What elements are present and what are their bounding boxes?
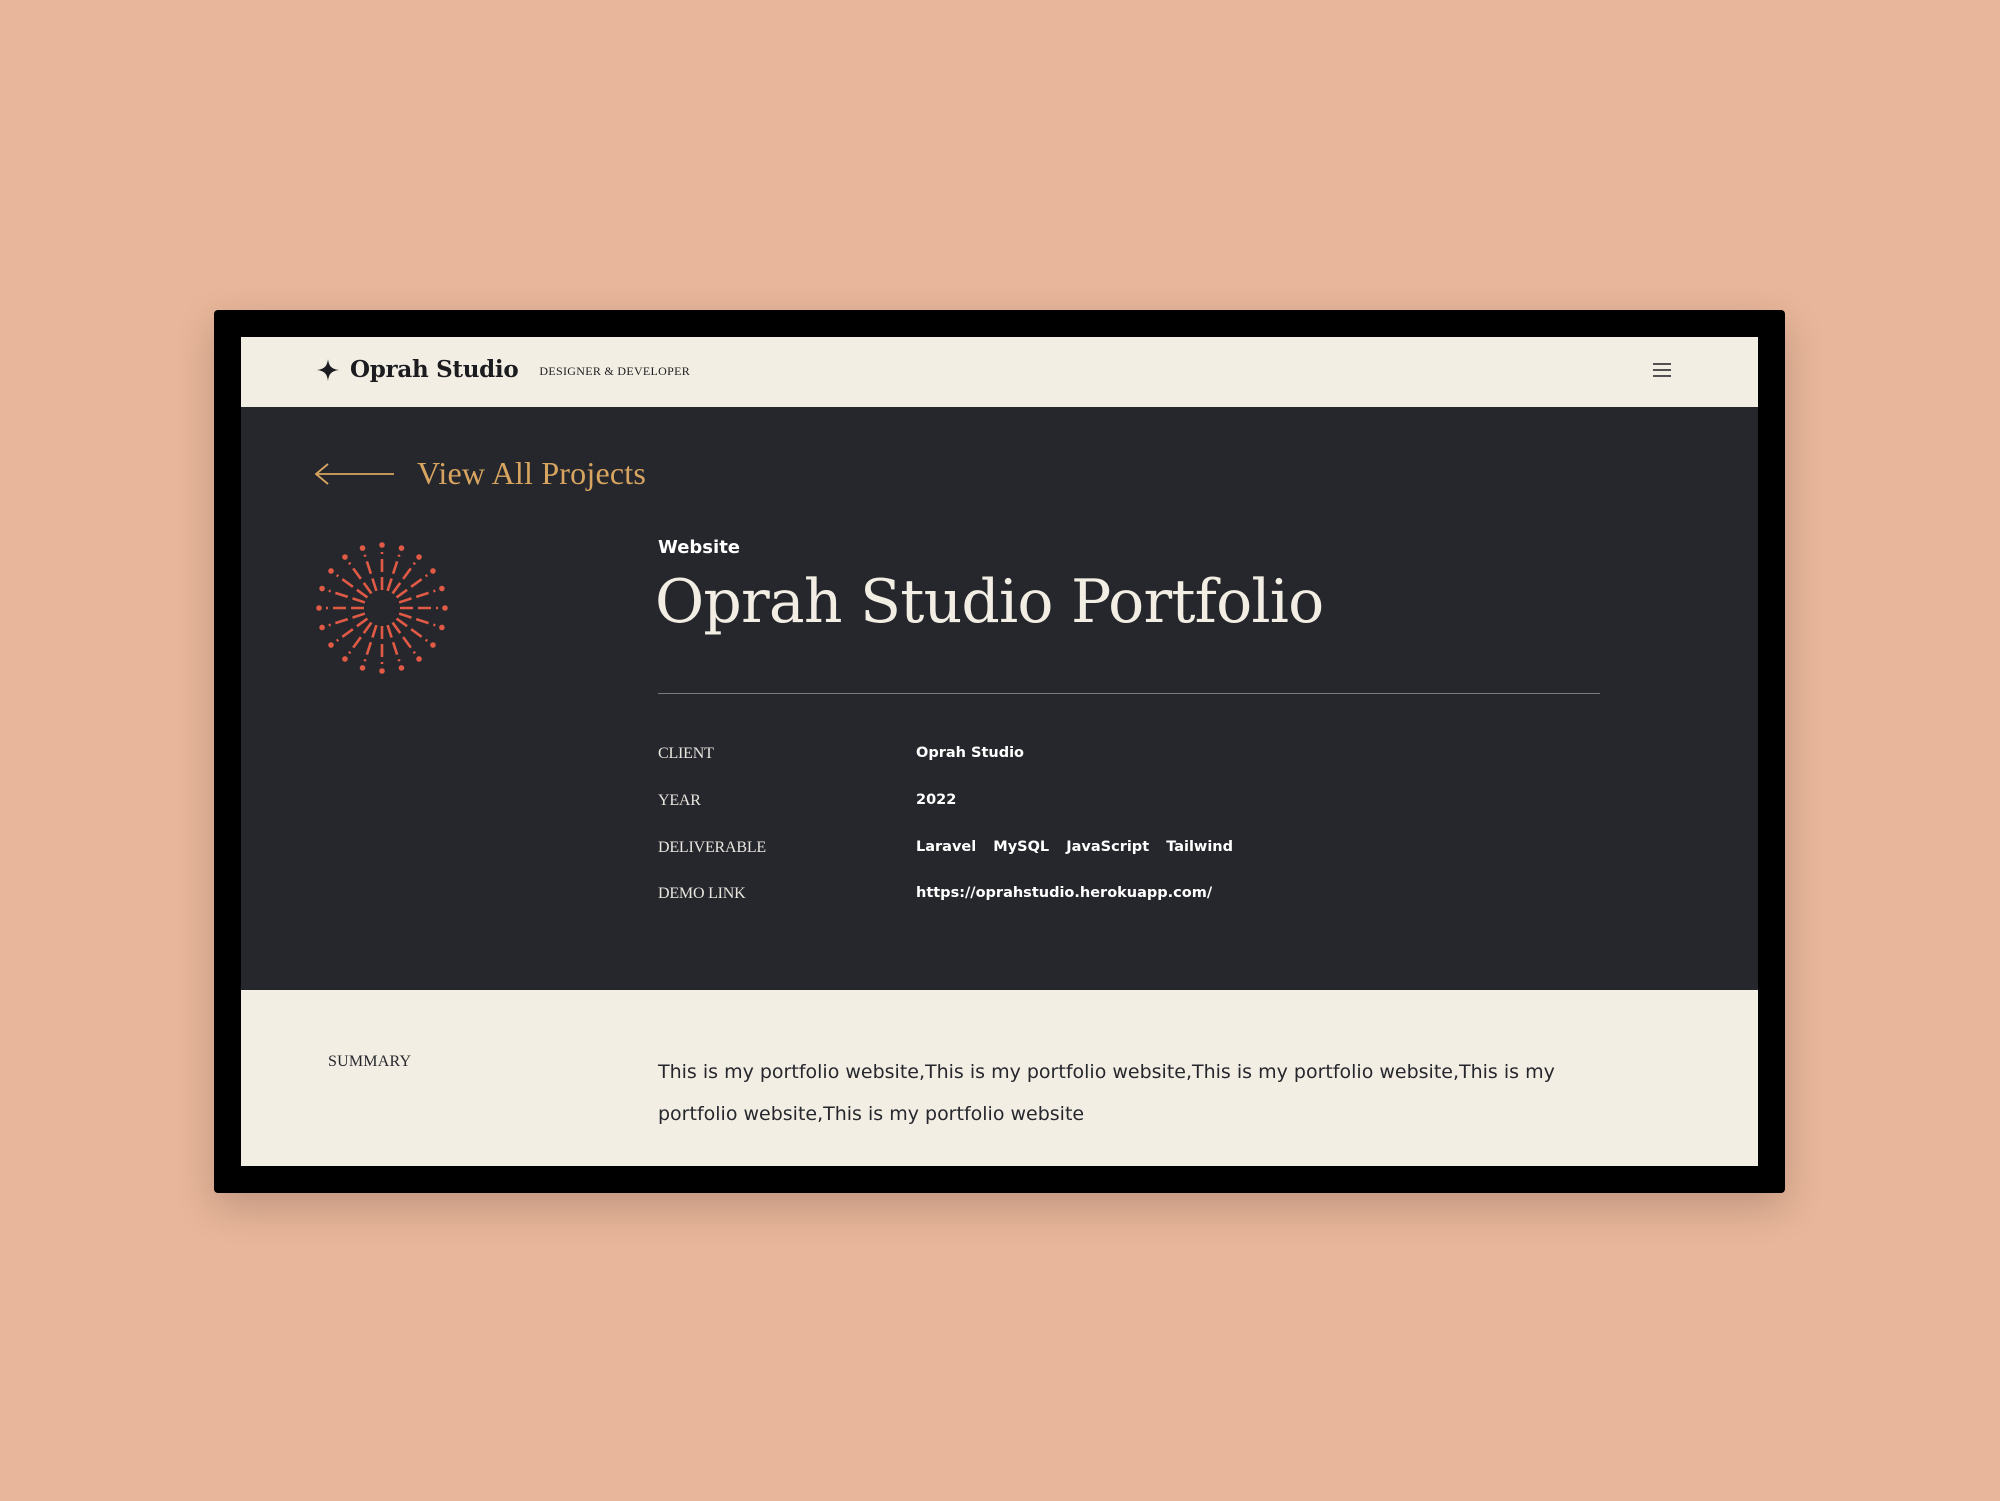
- deliverable-tag: JavaScript: [1066, 839, 1150, 855]
- detail-label: CLIENT: [658, 745, 714, 762]
- detail-label: YEAR: [658, 792, 701, 809]
- client-value: Oprah Studio: [916, 745, 1025, 761]
- sparkle-star-icon: [317, 358, 339, 381]
- detail-row-client: CLIENT Oprah Studio: [658, 745, 1558, 769]
- device-frame: Oprah Studio DESIGNER & DEVELOPER View A…: [214, 310, 1785, 1193]
- deliverable-tag: Tailwind: [1166, 839, 1234, 855]
- summary-label: SUMMARY: [328, 1053, 412, 1070]
- detail-label: DELIVERABLE: [658, 839, 767, 856]
- view-all-projects-link[interactable]: View All Projects: [314, 455, 646, 492]
- project-category: Website: [658, 537, 741, 558]
- detail-label: DEMO LINK: [658, 885, 746, 902]
- brand-tagline: DESIGNER & DEVELOPER: [539, 363, 691, 378]
- detail-row-year: YEAR 2022: [658, 792, 1558, 816]
- detail-row-deliverable: DELIVERABLE Laravel MySQL JavaScript Tai…: [658, 839, 1558, 863]
- year-value: 2022: [916, 792, 957, 808]
- title-divider: [658, 693, 1600, 694]
- site-header: Oprah Studio DESIGNER & DEVELOPER: [241, 337, 1758, 407]
- summary-text: This is my portfolio website,This is my …: [658, 1061, 1555, 1125]
- arrow-left-icon: [314, 462, 394, 485]
- sunburst-icon: [316, 542, 448, 674]
- deliverable-tag: Laravel: [916, 839, 977, 855]
- view-all-projects-label: View All Projects: [417, 455, 647, 491]
- detail-row-demo-link: DEMO LINK https://oprahstudio.herokuapp.…: [658, 885, 1558, 909]
- menu-button[interactable]: [1653, 361, 1671, 379]
- demo-link[interactable]: https://oprahstudio.herokuapp.com/: [916, 885, 1212, 901]
- project-hero: View All Projects Website Oprah Studio P…: [241, 407, 1758, 990]
- project-title: Oprah Studio Portfolio: [655, 567, 1324, 637]
- brand-name: Oprah Studio: [350, 356, 519, 383]
- browser-screen: Oprah Studio DESIGNER & DEVELOPER View A…: [241, 337, 1758, 1166]
- summary-section: SUMMARY This is my portfolio website,Thi…: [241, 990, 1758, 1166]
- brand-logo[interactable]: Oprah Studio DESIGNER & DEVELOPER: [317, 356, 690, 383]
- deliverable-tag: MySQL: [993, 839, 1050, 855]
- deliverable-tags: Laravel MySQL JavaScript Tailwind: [916, 839, 1245, 855]
- hamburger-menu-icon: [1653, 363, 1671, 377]
